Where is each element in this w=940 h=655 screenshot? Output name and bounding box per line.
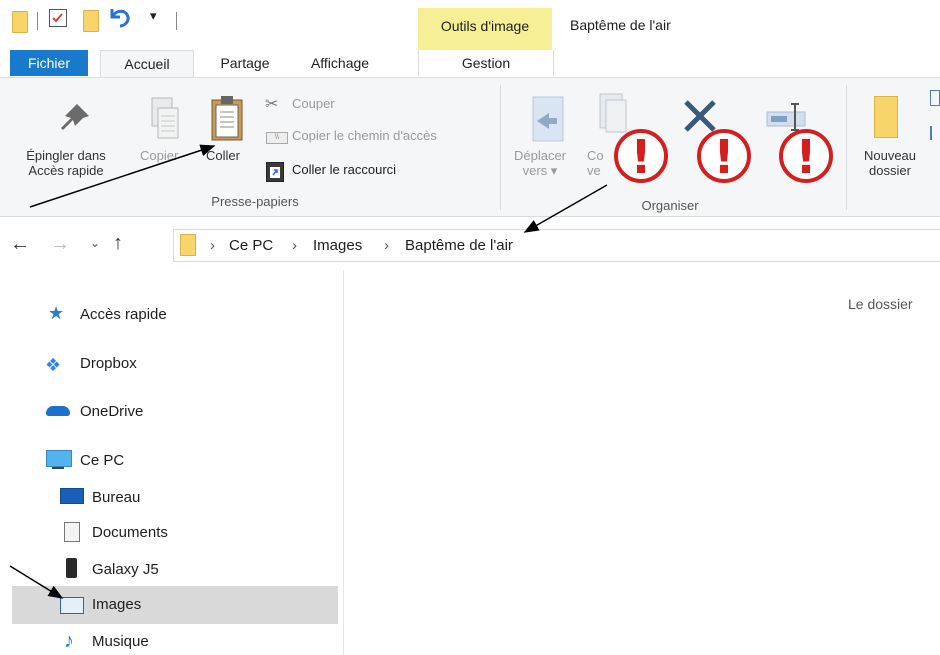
arrow-to-paste (29, 144, 216, 208)
arrow-to-images (9, 565, 64, 599)
arrow-to-address (523, 184, 608, 233)
annotation-arrows (9, 144, 608, 599)
